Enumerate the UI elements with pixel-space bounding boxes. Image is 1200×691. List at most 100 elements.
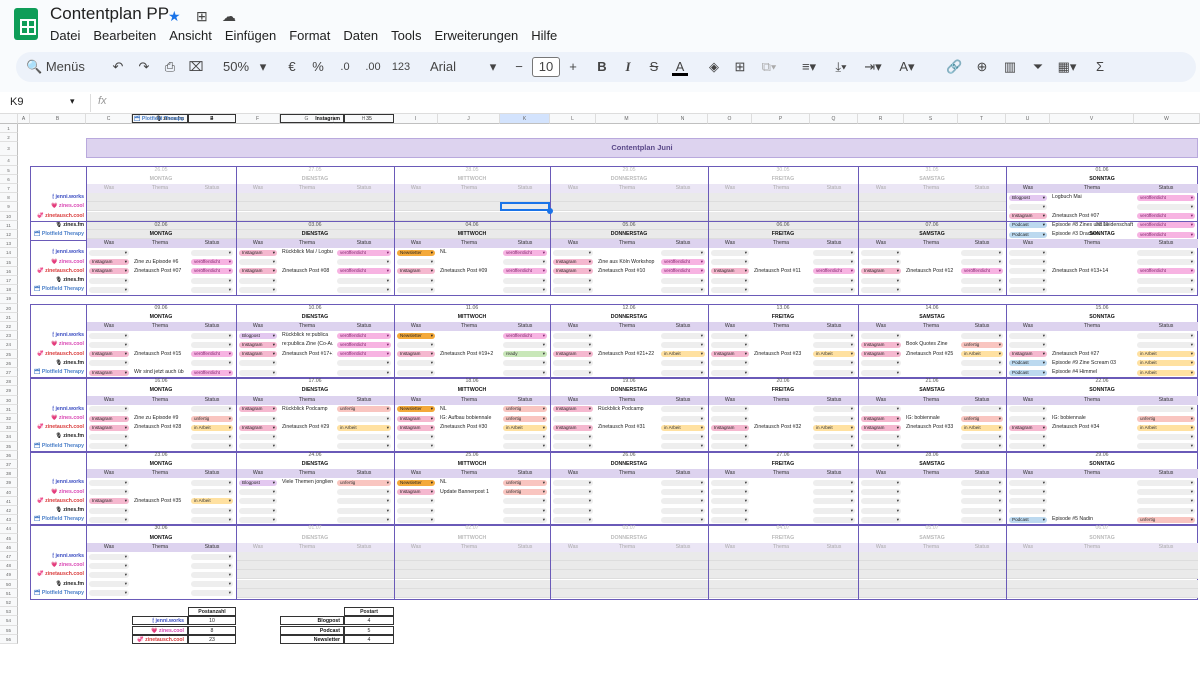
status-pill[interactable]: ready bbox=[503, 351, 547, 358]
was-dropdown[interactable] bbox=[89, 562, 129, 569]
status-dropdown[interactable] bbox=[661, 507, 705, 514]
was-dropdown[interactable] bbox=[89, 581, 129, 588]
status-pill[interactable]: veröffentlicht bbox=[503, 249, 547, 256]
was-dropdown[interactable] bbox=[89, 277, 129, 284]
status-dropdown[interactable] bbox=[191, 507, 233, 514]
status-dropdown[interactable] bbox=[661, 341, 705, 348]
status-dropdown[interactable] bbox=[1137, 341, 1195, 348]
column-header-O[interactable]: O bbox=[708, 114, 752, 124]
was-dropdown[interactable] bbox=[239, 369, 277, 376]
row-header-12[interactable]: 12 bbox=[0, 230, 18, 240]
sheets-logo-icon[interactable] bbox=[14, 8, 38, 40]
selected-cell-K9[interactable] bbox=[500, 202, 550, 212]
row-header-53[interactable]: 53 bbox=[0, 607, 18, 617]
row-header-55[interactable]: 55 bbox=[0, 625, 18, 635]
status-dropdown[interactable] bbox=[337, 433, 391, 440]
row-header-28[interactable]: 28 bbox=[0, 377, 18, 387]
was-pill[interactable]: Instagram bbox=[861, 424, 901, 431]
was-pill[interactable]: Instagram bbox=[397, 351, 435, 358]
status-dropdown[interactable] bbox=[191, 590, 233, 597]
was-dropdown[interactable] bbox=[861, 277, 901, 284]
status-dropdown[interactable] bbox=[961, 360, 1003, 367]
status-pill[interactable]: veröffentlicht bbox=[1137, 268, 1195, 275]
status-dropdown[interactable] bbox=[191, 406, 233, 413]
status-dropdown[interactable] bbox=[191, 341, 233, 348]
status-dropdown[interactable] bbox=[661, 443, 705, 450]
row-header-27[interactable]: 27 bbox=[0, 368, 18, 378]
was-pill[interactable]: Instagram bbox=[711, 268, 749, 275]
corner-cell[interactable] bbox=[0, 114, 18, 124]
status-dropdown[interactable] bbox=[503, 341, 547, 348]
menu-search[interactable]: 🔍 Menüs bbox=[26, 52, 106, 82]
was-pill[interactable]: Instagram bbox=[397, 268, 435, 275]
status-dropdown[interactable] bbox=[503, 433, 547, 440]
row-header-43[interactable]: 43 bbox=[0, 515, 18, 525]
was-dropdown[interactable] bbox=[711, 259, 749, 266]
row-header-47[interactable]: 47 bbox=[0, 552, 18, 562]
was-dropdown[interactable] bbox=[239, 433, 277, 440]
thema-text[interactable]: Zinetausch Post #25 bbox=[906, 350, 957, 359]
thema-text[interactable]: Logbuch Mai bbox=[1052, 193, 1133, 202]
status-pill[interactable]: veröffentlicht bbox=[191, 351, 233, 358]
was-dropdown[interactable] bbox=[711, 415, 749, 422]
status-dropdown[interactable] bbox=[1137, 443, 1195, 450]
status-dropdown[interactable] bbox=[337, 443, 391, 450]
thema-text[interactable]: Zine zu Episode #6 bbox=[134, 258, 187, 267]
was-pill[interactable]: Instagram bbox=[239, 268, 277, 275]
status-pill[interactable]: unfertig bbox=[337, 406, 391, 413]
was-dropdown[interactable] bbox=[397, 369, 435, 376]
thema-text[interactable]: Zinetausch Post #30 bbox=[440, 423, 499, 432]
status-pill[interactable]: veröffentlicht bbox=[337, 249, 391, 256]
status-pill[interactable]: in Arbeit bbox=[813, 351, 855, 358]
row-header-31[interactable]: 31 bbox=[0, 404, 18, 414]
was-dropdown[interactable] bbox=[861, 332, 901, 339]
status-dropdown[interactable] bbox=[1137, 433, 1195, 440]
row-header-50[interactable]: 50 bbox=[0, 579, 18, 589]
status-dropdown[interactable] bbox=[661, 415, 705, 422]
was-dropdown[interactable] bbox=[89, 443, 129, 450]
row-header-48[interactable]: 48 bbox=[0, 561, 18, 571]
status-dropdown[interactable] bbox=[337, 277, 391, 284]
thema-text[interactable]: Zinetausch Post #23 bbox=[754, 350, 809, 359]
thema-text[interactable]: Zine zu Episode #9 bbox=[134, 414, 187, 423]
status-pill[interactable]: in Arbeit bbox=[337, 424, 391, 431]
row-header-56[interactable]: 56 bbox=[0, 634, 18, 644]
column-header-L[interactable]: L bbox=[550, 114, 596, 124]
was-dropdown[interactable] bbox=[239, 507, 277, 514]
status-dropdown[interactable] bbox=[191, 360, 233, 367]
status-dropdown[interactable] bbox=[961, 489, 1003, 496]
status-pill[interactable]: in Arbeit bbox=[191, 498, 233, 505]
status-dropdown[interactable] bbox=[813, 277, 855, 284]
thema-text[interactable]: NL bbox=[440, 405, 499, 414]
was-pill[interactable]: Podcast bbox=[1009, 516, 1047, 523]
was-dropdown[interactable] bbox=[1009, 406, 1047, 413]
status-pill[interactable]: unfertig bbox=[191, 415, 233, 422]
was-pill[interactable]: Instagram bbox=[89, 424, 129, 431]
was-pill[interactable]: Instagram bbox=[239, 249, 277, 256]
column-header-W[interactable]: W bbox=[1134, 114, 1200, 124]
decrease-decimal-button[interactable]: .0 bbox=[334, 52, 356, 82]
status-dropdown[interactable] bbox=[337, 415, 391, 422]
thema-text[interactable]: IG: bobiennale bbox=[1052, 414, 1133, 423]
was-dropdown[interactable] bbox=[397, 277, 435, 284]
was-pill[interactable]: Instagram bbox=[553, 268, 593, 275]
row-header-18[interactable]: 18 bbox=[0, 285, 18, 295]
column-header-F[interactable]: F bbox=[236, 114, 280, 124]
was-dropdown[interactable] bbox=[1009, 507, 1047, 514]
was-dropdown[interactable] bbox=[553, 332, 593, 339]
was-dropdown[interactable] bbox=[711, 277, 749, 284]
row-header-21[interactable]: 21 bbox=[0, 312, 18, 322]
was-dropdown[interactable] bbox=[397, 433, 435, 440]
was-pill[interactable]: Instagram bbox=[711, 424, 749, 431]
status-dropdown[interactable] bbox=[961, 369, 1003, 376]
menu-datei[interactable]: Datei bbox=[50, 27, 85, 44]
cloud-status-icon[interactable]: ☁ bbox=[222, 8, 236, 25]
insert-comment-icon[interactable]: ⊕ bbox=[974, 52, 990, 82]
status-dropdown[interactable] bbox=[961, 498, 1003, 505]
menu-erweiterungen[interactable]: Erweiterungen bbox=[434, 27, 523, 44]
fill-color-icon[interactable]: ◈ bbox=[706, 52, 722, 82]
was-dropdown[interactable] bbox=[89, 590, 129, 597]
status-pill[interactable]: unfertig bbox=[337, 479, 391, 486]
was-dropdown[interactable] bbox=[553, 341, 593, 348]
thema-text[interactable]: Episode #4 Himmel bbox=[1052, 368, 1133, 377]
